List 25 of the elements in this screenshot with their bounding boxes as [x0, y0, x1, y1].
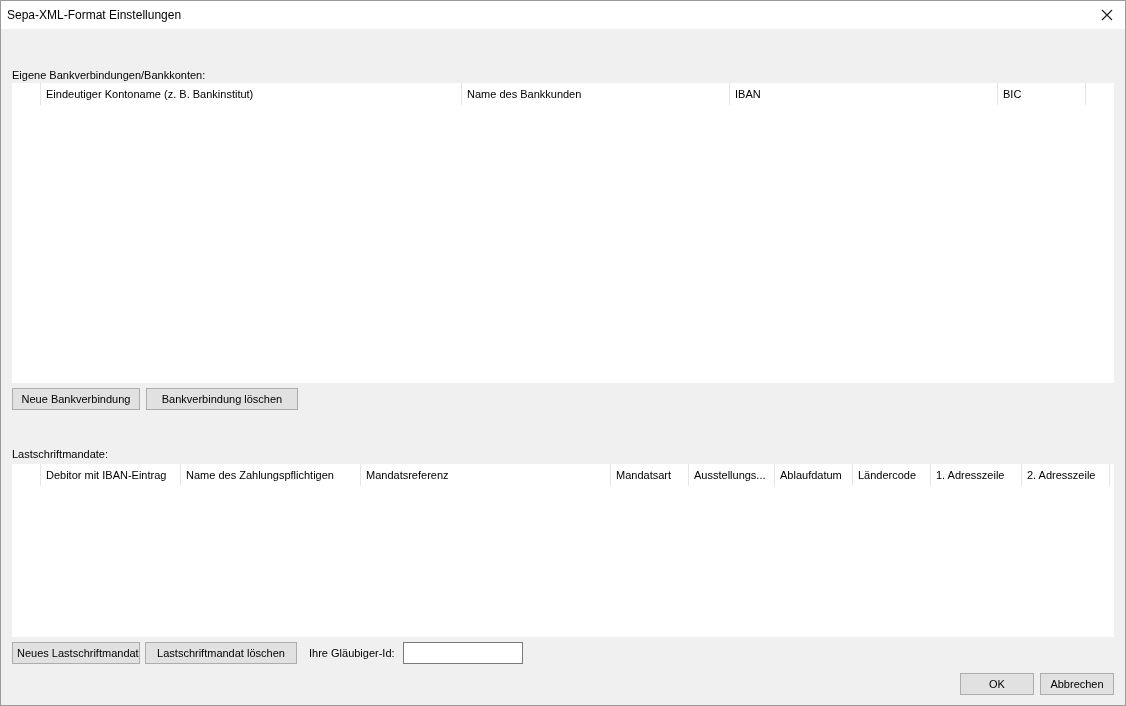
column-header[interactable]: 2. Adresszeile: [1022, 464, 1110, 486]
column-header[interactable]: IBAN: [730, 83, 998, 105]
section-label: Eigene Bankverbindungen/Bankkonten:: [12, 68, 207, 83]
column-header[interactable]: Ablaufdatum: [775, 464, 853, 486]
table-action-button[interactable]: Lastschriftmandat löschen: [145, 642, 297, 664]
column-header[interactable]: Debitor mit IBAN-Eintrag: [41, 464, 181, 486]
dialog-button[interactable]: OK: [960, 673, 1034, 695]
table-action-button[interactable]: Neue Bankverbindung: [12, 388, 140, 410]
column-header[interactable]: Mandatsreferenz: [361, 464, 611, 486]
section-label: Lastschriftmandate:: [12, 447, 109, 462]
column-header[interactable]: BIC: [998, 83, 1086, 105]
column-header[interactable]: Name des Zahlungspflichtigen: [181, 464, 361, 486]
column-header[interactable]: Eindeutiger Kontoname (z. B. Bankinstitut): [41, 83, 462, 105]
dialog-button[interactable]: Abbrechen: [1040, 673, 1114, 695]
field-label: Ihre Gläubiger-Id:: [309, 647, 395, 659]
creditor-id-field[interactable]: [402, 642, 523, 664]
table-action-button[interactable]: Neues Lastschriftmandat: [12, 642, 140, 664]
column-header[interactable]: Mandatsart: [611, 464, 689, 486]
table-action-button[interactable]: Bankverbindung löschen: [146, 388, 298, 410]
close-icon[interactable]: [1101, 9, 1113, 21]
window-title: Sepa-XML-Format Einstellungen: [7, 8, 182, 22]
column-header[interactable]: Ausstellungs...: [689, 464, 775, 486]
column-header[interactable]: Name des Bankkunden: [462, 83, 730, 105]
column-header[interactable]: Ländercode: [853, 464, 931, 486]
column-header[interactable]: 1. Adresszeile: [931, 464, 1022, 486]
